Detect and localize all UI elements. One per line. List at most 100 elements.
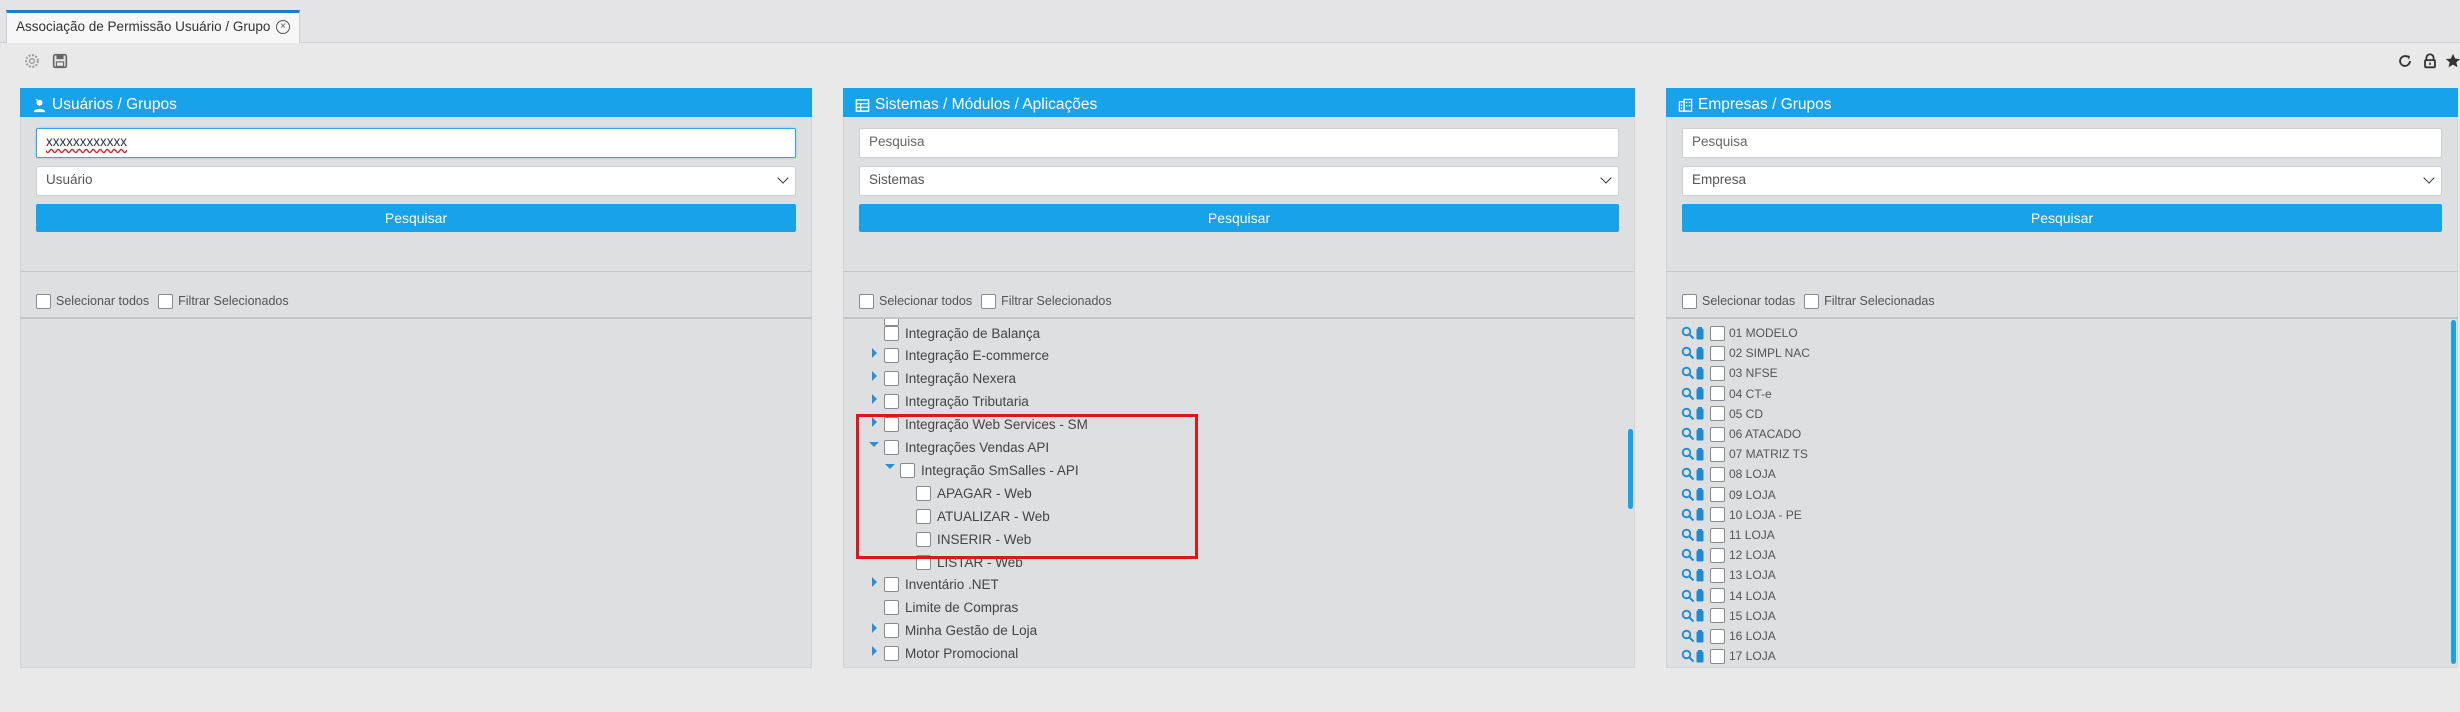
clipboard-icon[interactable] [1696,629,1704,643]
tree-item-checkbox[interactable] [884,646,899,662]
systems-type-select[interactable]: Sistemas [859,166,1619,196]
search-icon[interactable] [1681,407,1695,421]
tree-item-checkbox[interactable] [884,600,899,616]
tree-item[interactable]: Inventário .NET [870,574,999,596]
search-icon[interactable] [1681,548,1695,562]
company-checkbox[interactable] [1710,406,1725,422]
expand-arrow-icon[interactable] [870,370,878,381]
clipboard-icon[interactable] [1696,467,1704,481]
list-item[interactable]: 05 CD [1681,404,1763,424]
list-item[interactable]: 08 LOJA [1681,464,1776,484]
list-item[interactable]: 03 NFSE [1681,363,1778,383]
clipboard-icon[interactable] [1696,589,1704,602]
company-checkbox[interactable] [1710,648,1725,664]
tree-item-checkbox[interactable] [884,394,899,410]
expand-arrow-icon[interactable] [870,393,878,404]
companies-search-button[interactable]: Pesquisar [1682,204,2442,232]
systems-filter-selected[interactable]: Filtrar Selecionados [981,285,1112,317]
users-filter-selected-checkbox[interactable] [158,293,174,309]
list-item[interactable]: 10 LOJA - PE [1681,505,1802,525]
tree-item-checkbox[interactable] [884,577,899,593]
company-checkbox[interactable] [1710,365,1725,381]
list-item[interactable]: 18 LOJA [1681,666,1776,667]
clipboard-icon[interactable] [1696,346,1704,360]
users-select-all[interactable]: Selecionar todos [36,285,149,317]
expand-arrow-icon[interactable] [870,622,878,633]
clipboard-icon[interactable] [1696,528,1704,542]
company-checkbox[interactable] [1710,325,1725,341]
search-icon[interactable] [1681,649,1695,663]
list-item[interactable]: 12 LOJA [1681,545,1776,565]
clipboard-icon[interactable] [1696,568,1704,582]
systems-scrollbar[interactable] [1628,429,1633,509]
company-checkbox[interactable] [1710,466,1725,482]
list-item[interactable]: 04 CT-e [1681,384,1772,404]
company-checkbox[interactable] [1710,345,1725,361]
clipboard-icon[interactable] [1696,488,1704,501]
tree-item[interactable]: Integração Nexera [870,368,1016,390]
tree-item[interactable]: Motor Promocional [870,643,1018,665]
company-checkbox[interactable] [1710,386,1725,402]
list-item[interactable]: 13 LOJA [1681,565,1776,585]
search-icon[interactable] [1681,528,1695,542]
companies-scrollbar[interactable] [2451,320,2456,664]
systems-search-input[interactable]: Pesquisa [859,128,1619,158]
expand-arrow-icon[interactable] [870,645,878,656]
users-search-button[interactable]: Pesquisar [36,204,796,232]
company-checkbox[interactable] [1710,507,1725,523]
search-icon[interactable] [1681,326,1695,340]
clipboard-icon[interactable] [1696,548,1704,562]
clipboard-icon[interactable] [1696,649,1704,663]
tab-associacao-permissao[interactable]: Associação de Permissão Usuário / Grupo … [6,10,300,43]
tree-item[interactable]: Integração Tributaria [870,391,1029,413]
tree-item[interactable]: Integração de Balança [870,322,1040,344]
search-icon[interactable] [1681,629,1695,643]
tree-item-checkbox[interactable] [884,325,899,341]
list-item[interactable]: 09 LOJA [1681,485,1776,505]
close-circle-icon[interactable]: × [276,20,290,34]
list-item[interactable]: 17 LOJA [1681,646,1776,666]
companies-search-input[interactable]: Pesquisa [1682,128,2442,158]
tree-item[interactable]: Integração E-commerce [870,345,1049,367]
search-icon[interactable] [1681,609,1695,623]
users-filter-selected[interactable]: Filtrar Selecionados [158,285,289,317]
systems-select-all[interactable]: Selecionar todos [859,285,972,317]
list-item[interactable]: 06 ATACADO [1681,424,1801,444]
search-icon[interactable] [1681,568,1695,582]
company-checkbox[interactable] [1710,426,1725,442]
clipboard-icon[interactable] [1696,609,1704,622]
tree-item-checkbox[interactable] [884,371,899,387]
companies-type-select[interactable]: Empresa [1682,166,2442,196]
list-item[interactable]: 07 MATRIZ TS [1681,444,1808,464]
company-checkbox[interactable] [1710,527,1725,543]
company-checkbox[interactable] [1710,608,1725,624]
companies-filter-selected[interactable]: Filtrar Selecionadas [1804,285,1935,317]
company-checkbox[interactable] [1710,588,1725,604]
clipboard-icon[interactable] [1696,407,1704,420]
companies-filter-selected-checkbox[interactable] [1804,293,1820,309]
clipboard-icon[interactable] [1696,508,1704,521]
list-item[interactable]: 15 LOJA [1681,606,1776,626]
search-icon[interactable] [1681,467,1695,481]
company-checkbox[interactable] [1710,547,1725,563]
search-icon[interactable] [1681,447,1695,461]
users-select-all-checkbox[interactable] [36,293,51,309]
company-checkbox[interactable] [1710,446,1725,462]
tree-item-checkbox[interactable] [884,623,899,639]
search-icon[interactable] [1681,346,1695,360]
list-item[interactable]: 16 LOJA [1681,626,1776,646]
expand-arrow-icon[interactable] [870,347,878,358]
star-icon[interactable] [2444,52,2460,70]
list-item[interactable]: 11 LOJA [1681,525,1775,545]
gear-icon[interactable] [23,52,41,70]
clipboard-icon[interactable] [1696,326,1704,340]
tree-item[interactable]: OMS [870,666,936,668]
search-icon[interactable] [1681,366,1695,380]
tree-item[interactable]: Limite de Compras [870,597,1018,619]
clipboard-icon[interactable] [1696,366,1704,380]
systems-filter-selected-checkbox[interactable] [981,293,997,309]
company-checkbox[interactable] [1710,487,1725,503]
search-icon[interactable] [1681,589,1695,603]
list-item[interactable]: 01 MODELO [1681,323,1798,343]
systems-search-button[interactable]: Pesquisar [859,204,1619,232]
